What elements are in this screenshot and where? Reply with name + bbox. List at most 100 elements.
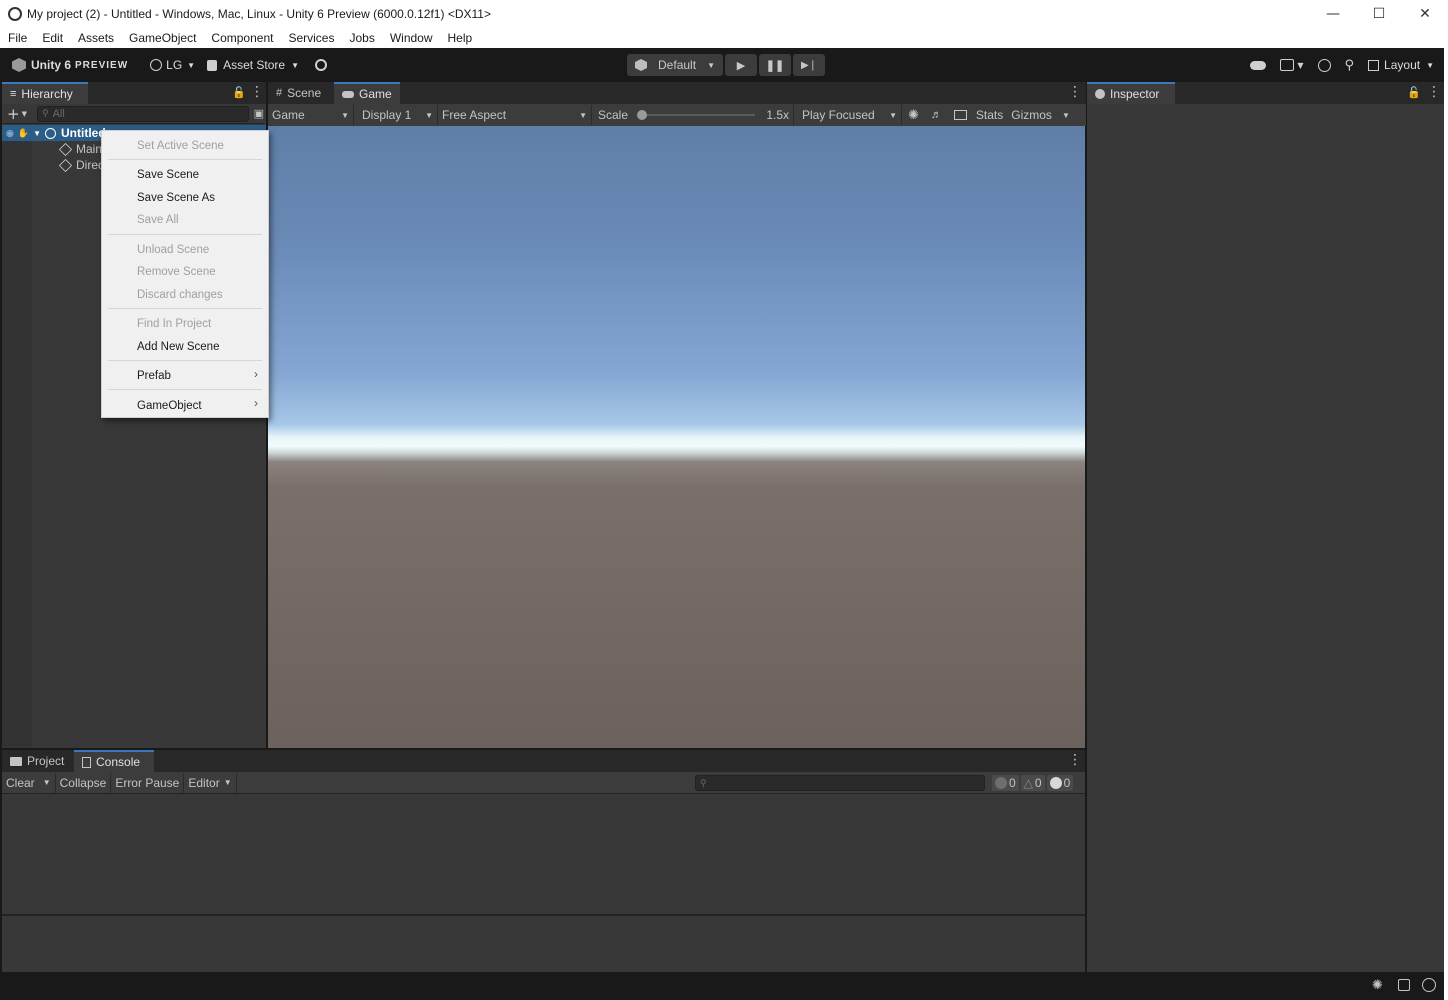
menu-gameobject[interactable]: GameObject xyxy=(121,31,203,45)
scale-slider[interactable] xyxy=(637,110,756,120)
warning-count-toggle[interactable]: △ 0 xyxy=(1020,775,1045,791)
menu-item-prefab[interactable]: Prefab xyxy=(137,367,171,385)
chevron-down-icon: ▼ xyxy=(889,110,897,120)
asset-store-dropdown[interactable]: Asset Store ▼ xyxy=(201,54,305,76)
tab-scene[interactable]: # Scene xyxy=(268,82,334,104)
scene-search-icon[interactable]: ▣ xyxy=(254,107,264,120)
menu-item-discard-changes[interactable]: Discard changes xyxy=(137,286,223,304)
error-icon xyxy=(1049,777,1062,789)
stats-button[interactable]: Stats xyxy=(976,108,1003,122)
account-icon xyxy=(150,59,163,71)
kebab-menu-icon[interactable]: ⋮ xyxy=(250,84,264,100)
menu-item-gameobject[interactable]: GameObject xyxy=(137,397,202,415)
menu-help[interactable]: Help xyxy=(440,31,480,45)
cloud-icon[interactable] xyxy=(1250,60,1267,70)
tab-hierarchy[interactable]: ≡ Hierarchy xyxy=(2,82,88,104)
cloud-services-button[interactable] xyxy=(305,54,333,76)
menu-item-add-new-scene[interactable]: Add New Scene xyxy=(137,338,219,356)
status-bar: ✺ xyxy=(0,972,1444,1000)
kebab-menu-icon[interactable]: ⋮ xyxy=(1427,84,1441,100)
console-detail-area[interactable] xyxy=(2,914,1085,972)
pickable-hand-icon[interactable]: ✋ xyxy=(18,128,29,139)
scene-context-menu: Set Active Scene Save Scene Save Scene A… xyxy=(101,130,269,418)
menu-item-remove-scene[interactable]: Remove Scene xyxy=(137,263,216,281)
play-button[interactable]: ▶ xyxy=(725,54,757,76)
tab-console[interactable]: Console xyxy=(74,750,154,772)
game-mode-dropdown[interactable]: Game ▼ xyxy=(268,105,354,125)
menu-item-save-scene-as[interactable]: Save Scene As xyxy=(137,189,215,207)
menu-separator xyxy=(108,389,262,390)
default-profile-dropdown[interactable]: Default ▼ xyxy=(627,54,723,76)
kebab-menu-icon[interactable]: ⋮ xyxy=(1068,84,1082,100)
chevron-down-icon[interactable]: ▼ xyxy=(33,129,41,138)
layout-label: Layout xyxy=(1384,58,1421,72)
console-toolbar: Clear ▼ Collapse Error Pause Editor ▼ ⚲ … xyxy=(2,772,1085,794)
progress-check-icon[interactable] xyxy=(1422,978,1436,992)
menu-window[interactable]: Window xyxy=(382,31,440,45)
audio-icon[interactable]: ♬ xyxy=(931,109,942,121)
lock-icon[interactable]: 🔓 xyxy=(1407,86,1421,99)
cache-server-icon[interactable] xyxy=(1398,979,1410,991)
game-mode-label: Game xyxy=(272,108,305,122)
tab-game[interactable]: Game xyxy=(334,82,400,104)
menu-item-unload-scene[interactable]: Unload Scene xyxy=(137,241,209,259)
menu-item-save-scene[interactable]: Save Scene xyxy=(137,166,199,184)
tree-item-main-camera[interactable]: Main xyxy=(58,141,102,157)
error-pause-button[interactable]: Error Pause xyxy=(111,772,185,793)
menu-edit[interactable]: Edit xyxy=(34,31,70,45)
default-profile-label: Default xyxy=(658,58,697,72)
display-dropdown[interactable]: Display 1 ▼ xyxy=(358,105,438,125)
overlay-grid-icon[interactable] xyxy=(953,110,967,120)
chevron-down-icon[interactable]: ▼ xyxy=(1062,111,1070,120)
tab-inspector[interactable]: Inspector xyxy=(1087,82,1175,104)
menu-item-save-all[interactable]: Save All xyxy=(137,211,179,229)
kebab-menu-icon[interactable]: ⋮ xyxy=(1068,752,1082,768)
maximize-icon[interactable]: ☐ xyxy=(1356,0,1402,28)
log-count-toggle[interactable]: 0 xyxy=(992,775,1019,791)
account-dropdown[interactable]: LG ▼ xyxy=(144,54,201,76)
gizmos-button[interactable]: Gizmos xyxy=(1011,108,1052,122)
bug-icon[interactable]: ✺ xyxy=(908,107,919,123)
visibility-eye-icon[interactable]: ◉ xyxy=(6,128,14,139)
menu-services[interactable]: Services xyxy=(280,31,341,45)
hierarchy-toolbar: + ▼ ⚲ All ▣ xyxy=(2,104,264,124)
step-button[interactable]: ▶❘ xyxy=(793,54,825,76)
scale-slider-handle[interactable] xyxy=(637,110,648,120)
layout-dropdown[interactable]: Layout ▼ xyxy=(1368,54,1434,76)
search-icon[interactable]: ⚲ xyxy=(1345,58,1355,73)
close-icon[interactable]: ✕ xyxy=(1402,0,1448,28)
bottom-tabstrip: Project Console ⋮ xyxy=(2,750,1085,772)
step-icon: ▶❘ xyxy=(800,59,818,71)
debug-icon[interactable]: ✺ xyxy=(1372,978,1383,993)
minimize-icon[interactable]: — xyxy=(1310,0,1356,28)
clear-dropdown[interactable]: Clear ▼ xyxy=(2,772,56,793)
scale-value: 1.5x xyxy=(766,108,789,122)
collab-dropdown[interactable]: ▼ xyxy=(1280,59,1304,71)
hierarchy-search-input[interactable]: ⚲ All xyxy=(36,105,249,122)
menu-jobs[interactable]: Jobs xyxy=(341,31,381,45)
menu-item-set-active-scene[interactable]: Set Active Scene xyxy=(137,137,224,155)
console-search-input[interactable]: ⚲ xyxy=(695,775,985,791)
inspector-panel xyxy=(1087,104,1444,972)
error-count-toggle[interactable]: 0 xyxy=(1046,775,1074,791)
play-focus-dropdown[interactable]: Play Focused ▼ xyxy=(794,105,902,125)
tab-scene-label: Scene xyxy=(287,86,322,100)
editor-dropdown[interactable]: Editor ▼ xyxy=(184,772,237,793)
menu-assets[interactable]: Assets xyxy=(70,31,121,45)
search-icon: ⚲ xyxy=(41,108,49,118)
tree-item-directional-light[interactable]: Direc xyxy=(58,157,104,173)
lock-icon[interactable]: 🔓 xyxy=(232,86,246,99)
tab-project[interactable]: Project xyxy=(2,750,74,772)
history-icon[interactable] xyxy=(1317,58,1331,72)
scale-label: Scale xyxy=(598,108,629,122)
menu-component[interactable]: Component xyxy=(203,31,280,45)
aspect-dropdown[interactable]: Free Aspect ▼ xyxy=(438,105,592,125)
menu-item-find-in-project[interactable]: Find In Project xyxy=(137,315,211,333)
add-object-button[interactable]: + xyxy=(7,105,20,123)
game-viewport[interactable] xyxy=(268,126,1085,748)
collapse-button[interactable]: Collapse xyxy=(56,772,112,793)
menu-file[interactable]: File xyxy=(0,31,34,45)
chevron-down-icon: ▼ xyxy=(1297,60,1304,70)
pause-button[interactable]: ❚❚ xyxy=(759,54,791,76)
tab-inspector-label: Inspector xyxy=(1110,87,1160,101)
